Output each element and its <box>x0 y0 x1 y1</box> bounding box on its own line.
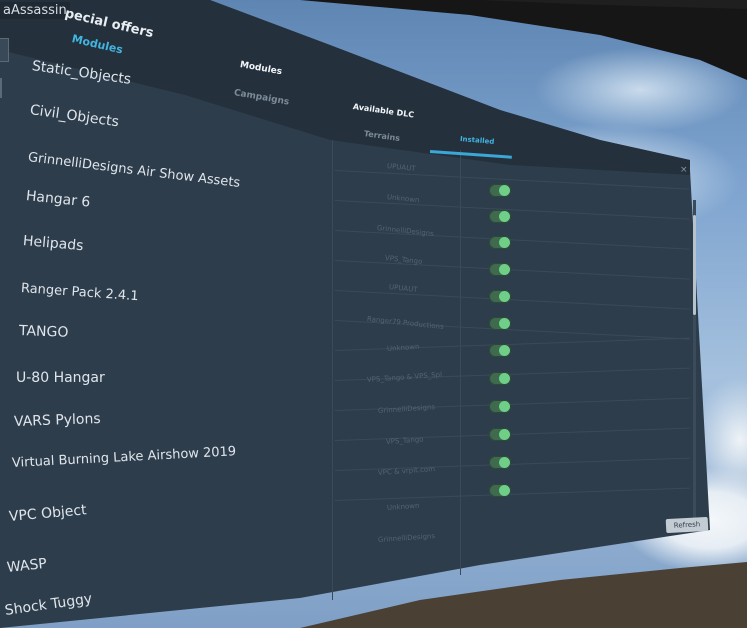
toggle-knob <box>499 237 510 248</box>
refresh-button[interactable]: Refresh <box>665 516 709 534</box>
mod-name: TANGO <box>18 323 69 341</box>
enable-toggle[interactable] <box>489 400 511 413</box>
enable-toggle[interactable] <box>489 210 511 223</box>
enable-toggle[interactable] <box>489 428 511 441</box>
enable-toggle[interactable] <box>489 263 511 276</box>
toggle-knob <box>499 291 510 302</box>
scroll-thumb[interactable] <box>693 215 696 315</box>
column-divider <box>332 140 333 600</box>
side-tab-button[interactable] <box>0 38 9 62</box>
enable-toggle[interactable] <box>489 456 511 469</box>
toggle-knob <box>499 318 510 329</box>
toggle-knob <box>499 185 510 196</box>
toggle-knob <box>499 264 510 275</box>
enable-toggle[interactable] <box>489 236 511 249</box>
enable-toggle[interactable] <box>489 184 511 197</box>
mod-name: U-80 Hangar <box>16 370 105 386</box>
toggle-knob <box>499 373 510 384</box>
toggle-knob <box>499 345 510 356</box>
enable-toggle[interactable] <box>489 290 511 303</box>
toggle-knob <box>499 457 510 468</box>
close-icon[interactable]: × <box>680 165 688 175</box>
vr-scene: aAssassin pecial offers Modules Modules … <box>0 0 747 628</box>
toggle-knob <box>499 401 510 412</box>
toggle-knob <box>499 429 510 440</box>
enable-toggle[interactable] <box>489 484 511 497</box>
enable-toggle[interactable] <box>489 317 511 330</box>
username-label: aAssassin <box>0 2 70 19</box>
mod-name: VARS Pylons <box>13 410 101 430</box>
column-divider <box>460 150 461 575</box>
enable-toggle[interactable] <box>489 344 511 357</box>
toggle-knob <box>499 211 510 222</box>
side-tab-marker <box>0 78 2 98</box>
toggle-knob <box>499 485 510 496</box>
enable-toggle[interactable] <box>489 372 511 385</box>
